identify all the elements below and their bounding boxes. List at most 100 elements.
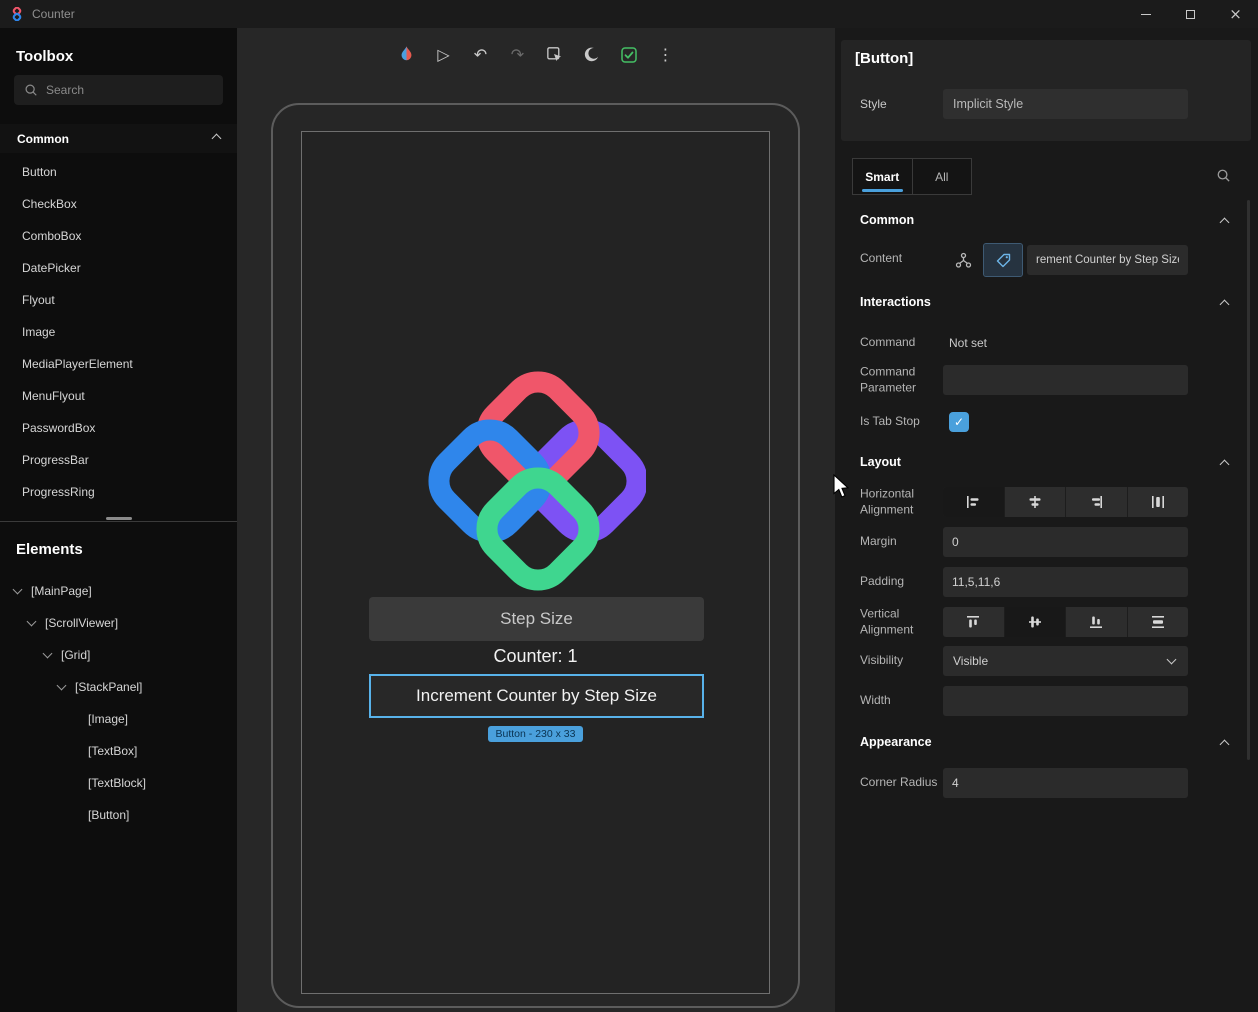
command-parameter-input[interactable]	[943, 365, 1188, 395]
content-input[interactable]	[1027, 245, 1188, 275]
h-align-stretch-button[interactable]	[1126, 487, 1189, 517]
h-align-left-button[interactable]	[943, 487, 1004, 517]
toolbox-list: Button CheckBox ComboBox DatePicker Flyo…	[0, 156, 237, 508]
is-tab-stop-checkbox[interactable]: ✓	[949, 412, 969, 432]
properties-panel: [Button] Style Smart All Common Content	[835, 28, 1258, 1012]
v-align-stretch-button[interactable]	[1126, 607, 1189, 637]
toolbox-item-button[interactable]: Button	[0, 156, 237, 188]
h-align-right-button[interactable]	[1065, 487, 1127, 517]
theme-toggle-moon-icon	[584, 47, 599, 62]
margin-label: Margin	[860, 534, 897, 549]
align-vstretch-icon	[1151, 616, 1164, 628]
tree-item-textblock[interactable]: [TextBlock]	[0, 767, 237, 799]
step-size-textbox[interactable]: Step Size	[369, 597, 704, 641]
toolbox-item-checkbox[interactable]: CheckBox	[0, 188, 237, 220]
toolbox-item-datepicker[interactable]: DatePicker	[0, 252, 237, 284]
is-tab-stop-row: Is Tab Stop ✓	[835, 407, 1258, 437]
vertical-alignment-label: Vertical Alignment	[860, 606, 914, 636]
element-picker-button[interactable]	[542, 42, 567, 67]
command-parameter-label: Command Parameter	[860, 364, 917, 394]
visibility-row: Visibility Visible	[835, 646, 1258, 676]
section-interactions[interactable]: Interactions	[835, 288, 1258, 318]
section-common[interactable]: Common	[835, 206, 1258, 236]
toolbox-search[interactable]	[14, 75, 223, 105]
tree-item-textbox[interactable]: [TextBox]	[0, 735, 237, 767]
panel-splitter[interactable]	[0, 515, 237, 522]
minimize-button[interactable]	[1123, 0, 1168, 28]
visibility-label: Visibility	[860, 653, 904, 668]
toolbox-item-combobox[interactable]: ComboBox	[0, 220, 237, 252]
content-field[interactable]	[1027, 245, 1188, 275]
tree-item-scrollviewer[interactable]: [ScrollViewer]	[0, 607, 237, 639]
selection-size-badge: Button - 230 x 33	[487, 726, 584, 742]
maximize-button[interactable]	[1168, 0, 1213, 28]
increment-button[interactable]: Increment Counter by Step Size	[369, 674, 704, 718]
undo-icon: ↶	[473, 45, 488, 64]
v-align-center-button[interactable]	[1003, 607, 1065, 637]
chevron-down-icon[interactable]	[56, 680, 67, 691]
margin-input[interactable]	[943, 527, 1188, 557]
toolbox-search-input[interactable]	[46, 83, 213, 97]
toolbox-item-flyout[interactable]: Flyout	[0, 284, 237, 316]
chevron-down-icon	[1166, 654, 1177, 665]
padding-field[interactable]	[943, 567, 1188, 597]
scrollbar-thumb[interactable]	[1247, 200, 1250, 760]
window-controls: ×	[1123, 0, 1258, 28]
command-row: Command Not set	[835, 330, 1258, 356]
tree-item-label: [ScrollViewer]	[45, 616, 119, 630]
property-search-button[interactable]	[1216, 168, 1231, 183]
toolbox-item-progressbar[interactable]: ProgressBar	[0, 444, 237, 476]
chevron-down-icon[interactable]	[12, 584, 23, 595]
content-literal-button[interactable]	[983, 243, 1023, 277]
chevron-down-icon[interactable]	[42, 648, 53, 659]
more-options-icon: ⋮	[657, 45, 674, 64]
corner-radius-input[interactable]	[943, 768, 1188, 798]
content-binding-button[interactable]	[944, 244, 982, 276]
margin-field[interactable]	[943, 527, 1188, 557]
more-options-button[interactable]: ⋮	[653, 42, 678, 67]
theme-toggle-button[interactable]	[579, 42, 604, 67]
toolbox-heading: Toolbox	[16, 48, 74, 65]
hot-design-flame-button[interactable]	[394, 42, 419, 67]
chevron-down-icon[interactable]	[26, 616, 37, 627]
width-input[interactable]	[943, 686, 1188, 716]
tree-item-label: [TextBox]	[88, 744, 138, 758]
visibility-dropdown[interactable]: Visible	[943, 646, 1188, 676]
padding-input[interactable]	[943, 567, 1188, 597]
designer-toolbar: ▷ ↶ ↷ ⋮	[394, 42, 678, 67]
tree-item-mainpage[interactable]: [MainPage]	[0, 575, 237, 607]
toolbox-item-mediaplayerelement[interactable]: MediaPlayerElement	[0, 348, 237, 380]
tree-item-button[interactable]: [Button]	[0, 799, 237, 831]
command-parameter-field[interactable]	[943, 365, 1188, 395]
width-field[interactable]	[943, 686, 1188, 716]
tab-all[interactable]: All	[911, 159, 972, 194]
toolbox-item-progressring[interactable]: ProgressRing	[0, 476, 237, 508]
corner-radius-field[interactable]	[943, 768, 1188, 798]
toolbox-item-menuflyout[interactable]: MenuFlyout	[0, 380, 237, 412]
toolbox-group-common[interactable]: Common	[0, 124, 237, 153]
style-input[interactable]	[943, 89, 1188, 119]
style-field[interactable]	[943, 89, 1188, 119]
toolbox-item-passwordbox[interactable]: PasswordBox	[0, 412, 237, 444]
horizontal-alignment-segmented	[943, 487, 1188, 517]
element-picker-icon	[547, 47, 562, 62]
tree-item-grid[interactable]: [Grid]	[0, 639, 237, 671]
v-align-bottom-button[interactable]	[1065, 607, 1127, 637]
close-button[interactable]: ×	[1213, 0, 1258, 28]
play-button[interactable]: ▷	[431, 42, 456, 67]
h-align-center-button[interactable]	[1003, 487, 1066, 517]
toolbox-item-image[interactable]: Image	[0, 316, 237, 348]
undo-button[interactable]: ↶	[468, 42, 493, 67]
app-logo	[426, 371, 648, 596]
redo-button[interactable]: ↷	[505, 42, 530, 67]
content-label: Content	[860, 251, 903, 266]
v-align-top-button[interactable]	[943, 607, 1004, 637]
tab-smart[interactable]: Smart	[853, 159, 912, 194]
tree-item-stackpanel[interactable]: [StackPanel]	[0, 671, 237, 703]
hot-reload-status-button[interactable]	[616, 42, 641, 67]
align-top-icon	[967, 616, 980, 628]
section-appearance[interactable]: Appearance	[835, 728, 1258, 758]
tree-item-image[interactable]: [Image]	[0, 703, 237, 735]
elements-tree: [MainPage] [ScrollViewer] [Grid] [StackP…	[0, 575, 237, 831]
section-layout[interactable]: Layout	[835, 448, 1258, 478]
